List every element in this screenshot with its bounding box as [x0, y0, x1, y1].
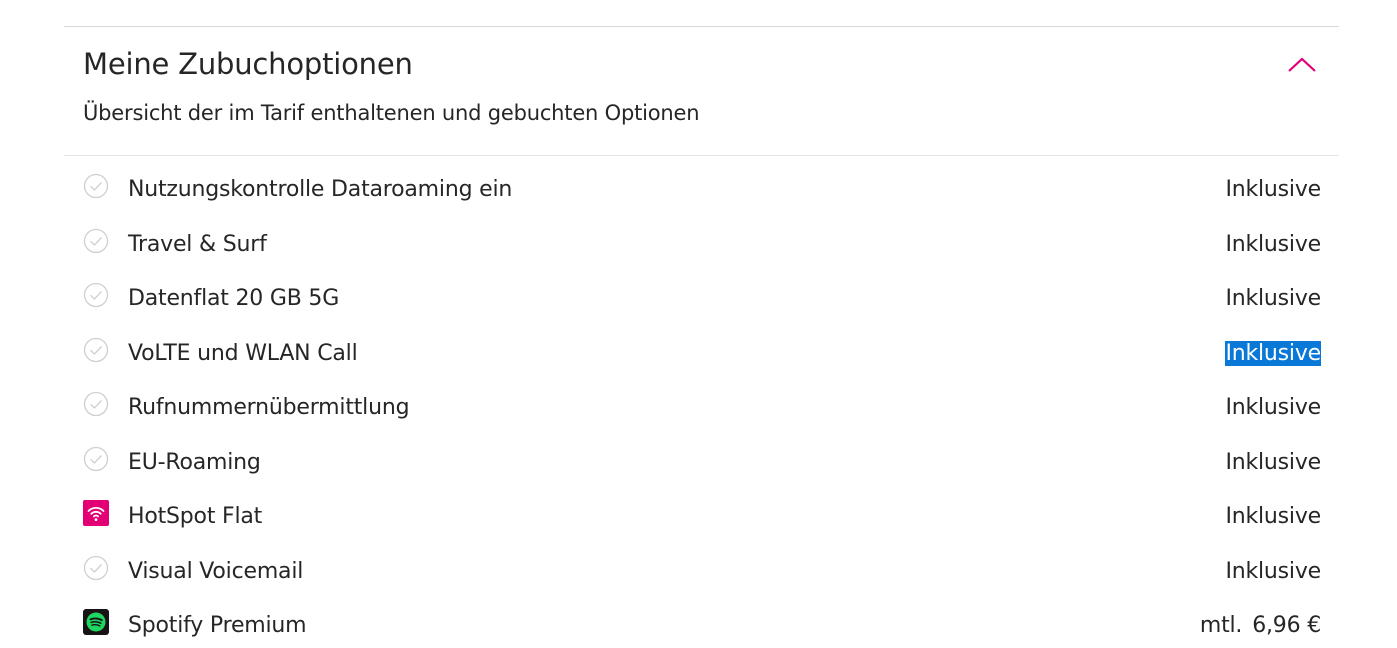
option-value: Inklusive — [1225, 232, 1321, 257]
option-label: Rufnummernübermittlung — [128, 395, 410, 420]
list-item: EU-Roaming Inklusive — [83, 446, 1321, 482]
check-circle-icon — [83, 173, 109, 199]
option-label: EU-Roaming — [128, 450, 261, 475]
section-subtitle: Übersicht der im Tarif enthaltenen und g… — [83, 101, 700, 125]
chevron-up-icon — [1288, 57, 1316, 72]
option-value: Inklusive — [1225, 286, 1321, 311]
price-prefix: mtl. — [1199, 613, 1243, 638]
zubuchoptionen-panel: Meine Zubuchoptionen Übersicht der im Ta… — [64, 26, 1339, 648]
check-circle-icon — [83, 446, 109, 472]
list-item: HotSpot Flat Inklusive — [83, 500, 1321, 536]
option-value: Inklusive — [1225, 504, 1321, 529]
collapse-button[interactable] — [1282, 47, 1322, 81]
option-label: Spotify Premium — [128, 613, 307, 638]
price-amount: 6,96 € — [1252, 613, 1321, 638]
option-label: Nutzungskontrolle Dataroaming ein — [128, 177, 513, 202]
list-item: Spotify Premium mtl. 6,96 € — [83, 609, 1321, 645]
option-value: Inklusive — [1225, 450, 1321, 475]
option-label: HotSpot Flat — [128, 504, 263, 529]
option-value: Inklusive — [1225, 395, 1321, 420]
list-item: Nutzungskontrolle Dataroaming ein Inklus… — [83, 173, 1321, 209]
option-price: mtl. 6,96 € — [1200, 613, 1321, 638]
section-header: Meine Zubuchoptionen Übersicht der im Ta… — [64, 27, 1339, 156]
option-label: Datenflat 20 GB 5G — [128, 286, 340, 311]
list-item: Rufnummernübermittlung Inklusive — [83, 391, 1321, 427]
list-item: Travel & Surf Inklusive — [83, 228, 1321, 264]
option-value: Inklusive — [1225, 177, 1321, 202]
option-value-selected: Inklusive — [1225, 341, 1321, 366]
check-circle-icon — [83, 391, 109, 417]
list-item: Visual Voicemail Inklusive — [83, 555, 1321, 591]
option-value: Inklusive — [1225, 559, 1321, 584]
check-circle-icon — [83, 228, 109, 254]
option-label: VoLTE und WLAN Call — [128, 341, 358, 366]
spotify-icon — [83, 609, 109, 635]
wifi-icon — [83, 500, 109, 526]
check-circle-icon — [83, 282, 109, 308]
check-circle-icon — [83, 555, 109, 581]
option-label: Visual Voicemail — [128, 559, 304, 584]
section-title: Meine Zubuchoptionen — [83, 47, 413, 81]
option-label: Travel & Surf — [128, 232, 267, 257]
list-item: Datenflat 20 GB 5G Inklusive — [83, 282, 1321, 318]
check-circle-icon — [83, 337, 109, 363]
list-item: VoLTE und WLAN Call Inklusive — [83, 337, 1321, 373]
